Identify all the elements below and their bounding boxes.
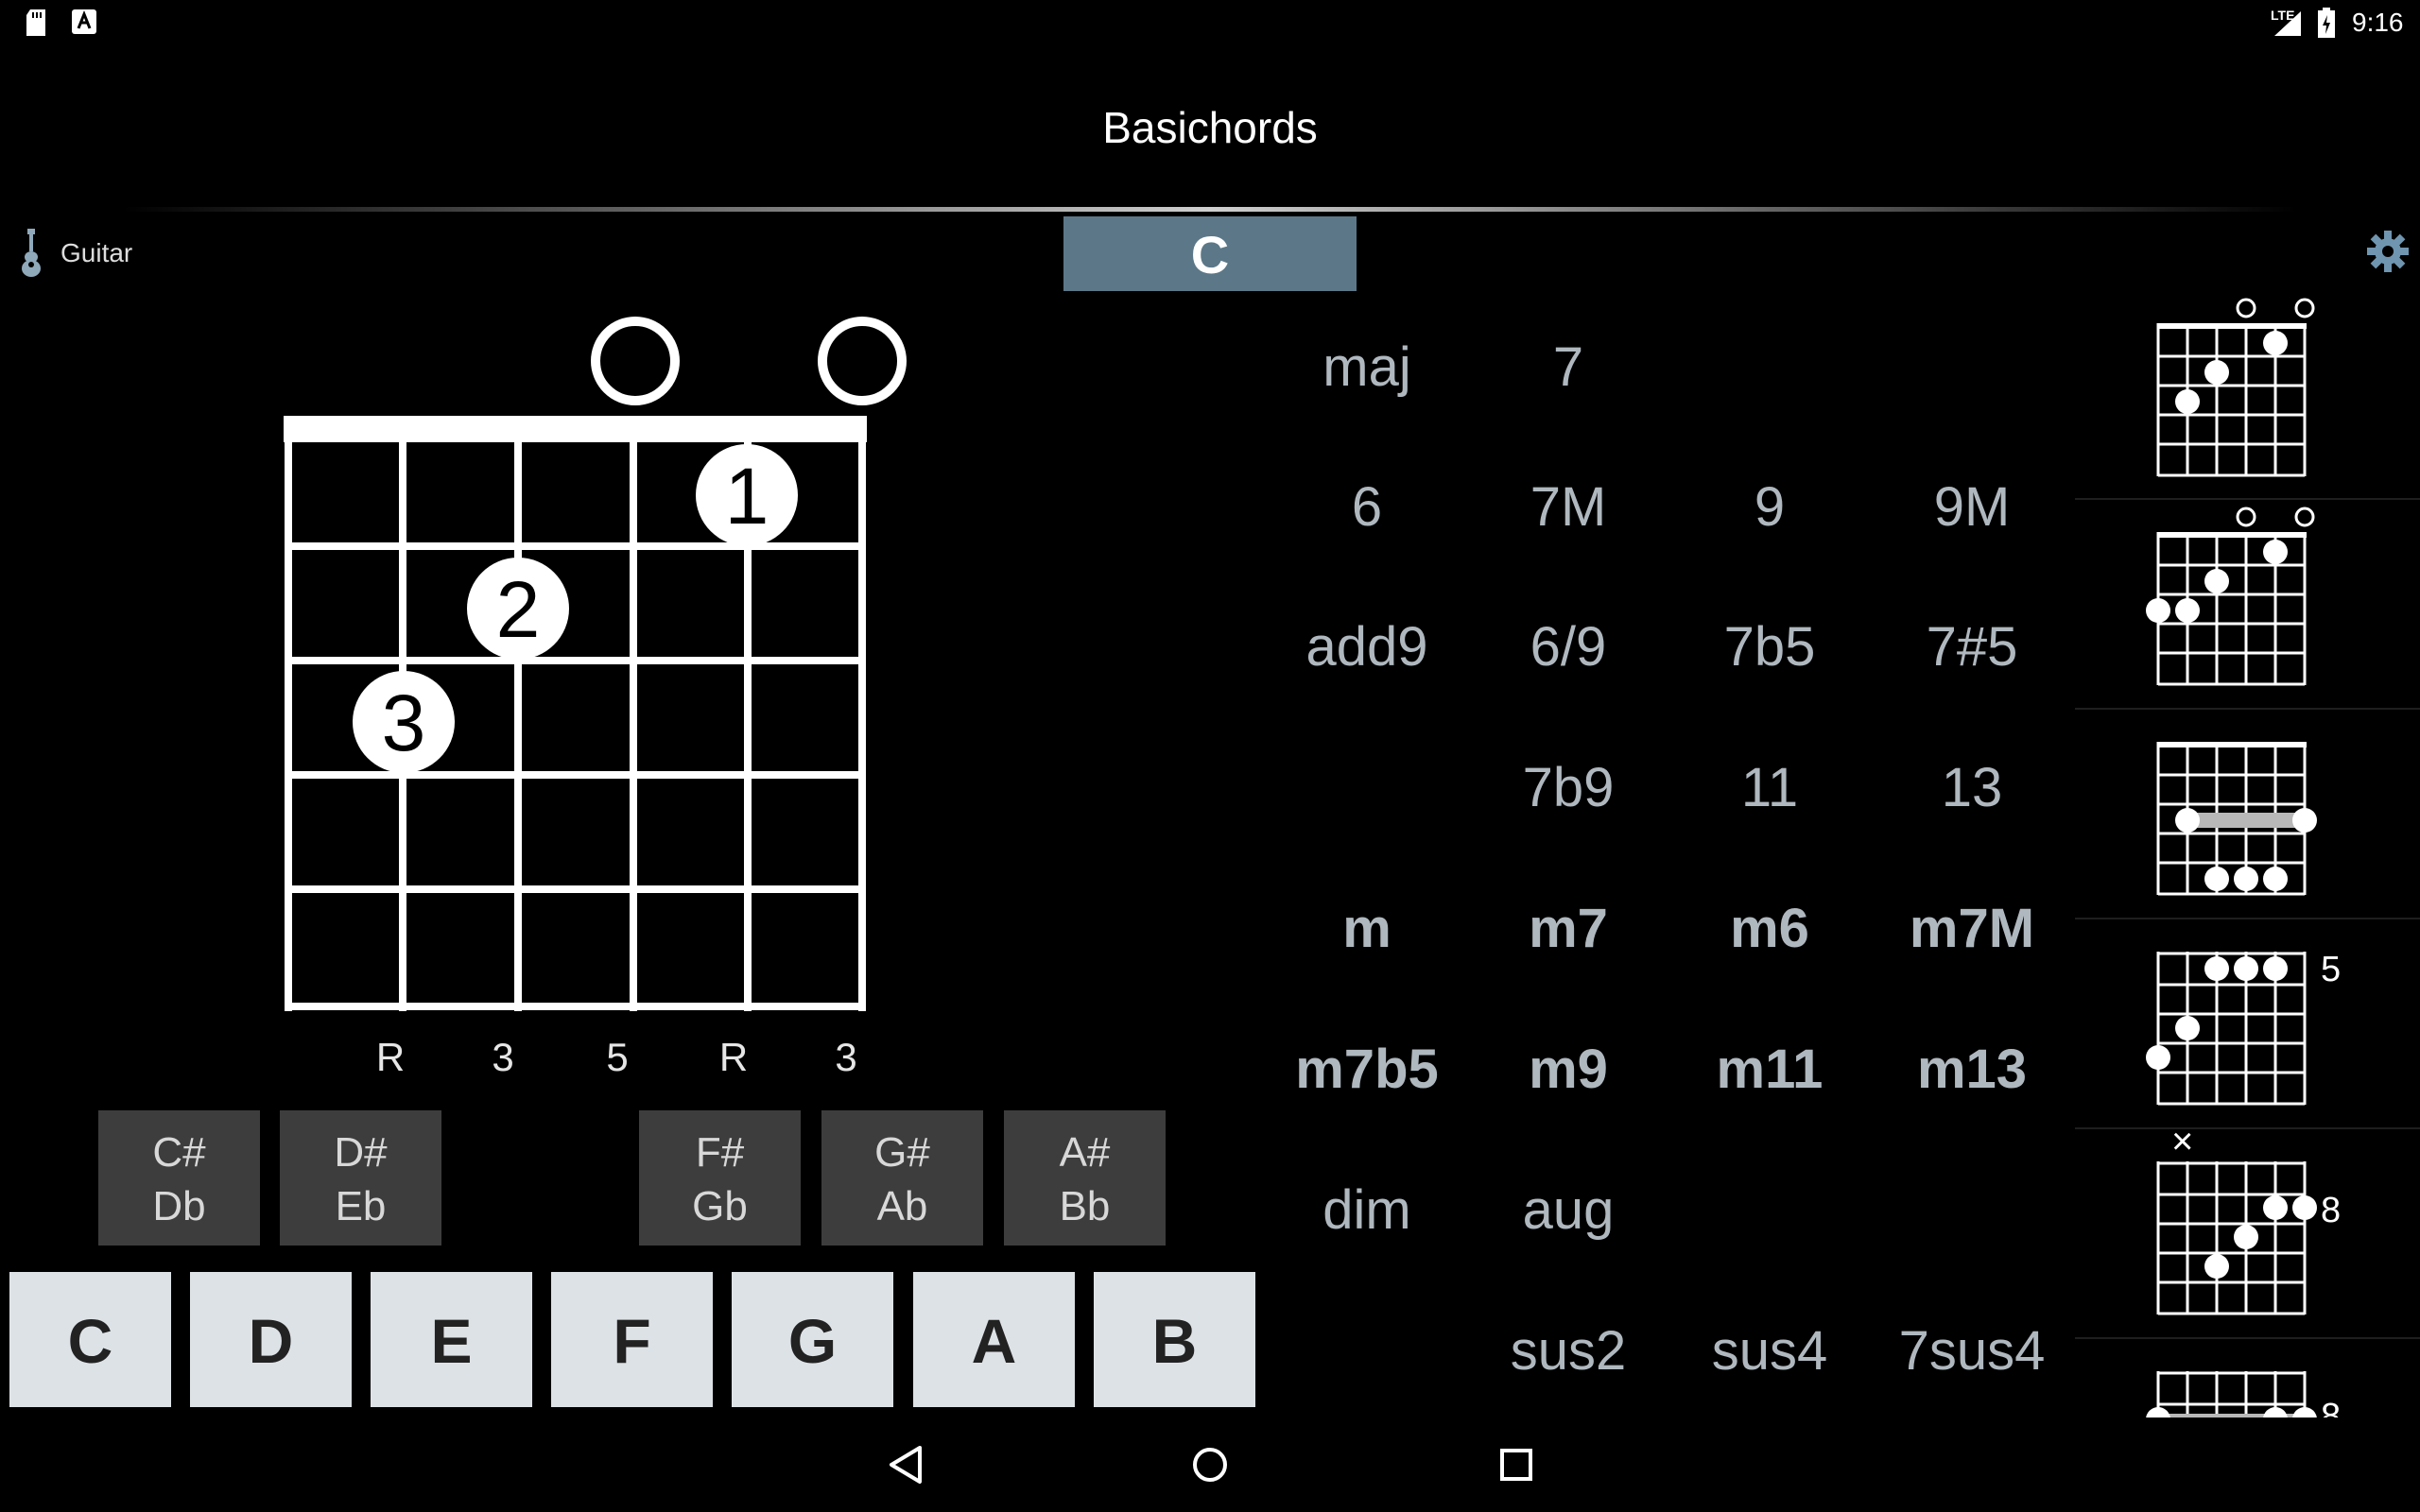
chord-type-button[interactable]: 7sus4 [1877, 1319, 2066, 1383]
key-flat-label: Bb [1059, 1183, 1111, 1229]
chord-type-button[interactable]: m7b5 [1272, 1038, 1461, 1101]
chord-type-button[interactable]: 7b5 [1675, 615, 1864, 679]
back-icon[interactable] [887, 1444, 925, 1486]
chord-diagram: 1 2 3 R 3 5 R 3 [284, 312, 907, 1087]
finger-marker-3: 3 [353, 671, 455, 773]
chord-type-button[interactable]: m13 [1877, 1038, 2066, 1101]
key-sharp-label: G# [874, 1129, 930, 1176]
chord-type-button[interactable]: 7 [1474, 335, 1663, 399]
chord-type-button[interactable]: sus2 [1474, 1319, 1663, 1383]
chord-type-button[interactable]: 11 [1675, 756, 1864, 819]
app-title: Basichords [1102, 103, 1318, 152]
chord-type-button[interactable]: m7 [1474, 897, 1663, 960]
selected-root-note: C [1063, 216, 1357, 291]
chord-type-button[interactable]: 9M [1877, 475, 2066, 539]
key-flat-label: Ab [876, 1183, 928, 1229]
chord-type-button[interactable]: m9 [1474, 1038, 1663, 1101]
chord-type-button[interactable]: 13 [1877, 756, 2066, 819]
chord-type-button[interactable]: add9 [1272, 615, 1461, 679]
key-d[interactable]: D [190, 1272, 352, 1407]
interval-label: 5 [606, 1035, 629, 1079]
chord-type-button[interactable]: 6/9 [1474, 615, 1663, 679]
interval-label: 3 [835, 1035, 857, 1079]
key-a-sharp[interactable]: A# Bb [1004, 1110, 1166, 1246]
key-f-sharp[interactable]: F# Gb [639, 1110, 801, 1246]
thumbnail-fret-label: 5 [2321, 950, 2342, 989]
finger-marker-1: 1 [696, 444, 798, 546]
open-string-marker [591, 317, 680, 405]
voicing-thumbnail[interactable] [2075, 284, 2420, 493]
muted-string-mark: × [2171, 1121, 2194, 1162]
voicing-list[interactable]: 5 × 8 8 [2075, 284, 2420, 1418]
recents-icon[interactable] [1499, 1448, 1533, 1482]
key-sharp-label: D# [334, 1129, 388, 1176]
title-divider [123, 207, 2297, 212]
chord-type-button[interactable]: 6 [1272, 475, 1461, 539]
battery-icon [2318, 8, 2335, 38]
sd-card-icon [26, 9, 45, 36]
voicing-thumbnail[interactable] [2075, 492, 2420, 702]
key-sharp-label: F# [695, 1129, 745, 1176]
key-flat-label: Gb [692, 1183, 748, 1229]
open-string-marker [818, 317, 907, 405]
chord-type-button[interactable]: m11 [1675, 1038, 1864, 1101]
instrument-selector[interactable]: Guitar [13, 229, 146, 278]
signal-icon [2274, 11, 2301, 36]
interval-label: R [718, 1035, 749, 1079]
chord-type-button[interactable]: m6 [1675, 897, 1864, 960]
voicing-thumbnail[interactable] [2075, 1122, 2420, 1332]
key-sharp-label: C# [152, 1129, 206, 1176]
thumbnail-fret-label: 8 [2321, 1191, 2342, 1230]
voicing-thumbnail[interactable] [2075, 1332, 2420, 1418]
chord-type-button[interactable]: dim [1272, 1178, 1461, 1242]
chord-type-button[interactable]: 7#5 [1877, 615, 2066, 679]
instrument-label: Guitar [60, 238, 133, 267]
key-d-sharp[interactable]: D# Eb [280, 1110, 441, 1246]
key-e[interactable]: E [371, 1272, 532, 1407]
key-c-sharp[interactable]: C# Db [98, 1110, 260, 1246]
gear-icon[interactable] [2367, 231, 2409, 272]
key-a[interactable]: A [913, 1272, 1075, 1407]
guitar-icon [22, 229, 41, 277]
chord-type-button[interactable]: m7M [1877, 897, 2066, 960]
chord-type-button[interactable]: aug [1474, 1178, 1663, 1242]
chord-type-button[interactable]: 7b9 [1474, 756, 1663, 819]
chord-type-button[interactable]: sus4 [1675, 1319, 1864, 1383]
voicing-thumbnail[interactable] [2075, 702, 2420, 912]
status-bar: LTE 9:16 [0, 0, 2420, 47]
home-icon[interactable] [1191, 1446, 1229, 1484]
key-g[interactable]: G [732, 1272, 893, 1407]
chord-type-button[interactable]: 7M [1474, 475, 1663, 539]
key-flat-label: Db [152, 1183, 206, 1229]
thumbnail-fret-label: 8 [2321, 1397, 2342, 1418]
voicing-thumbnail[interactable] [2075, 912, 2420, 1122]
chord-type-button[interactable]: maj [1272, 335, 1461, 399]
chord-type-button[interactable]: m [1272, 897, 1461, 960]
a-notification-icon [72, 9, 96, 34]
key-sharp-label: A# [1059, 1129, 1111, 1176]
finger-marker-2: 2 [467, 558, 569, 660]
key-g-sharp[interactable]: G# Ab [821, 1110, 983, 1246]
interval-label: 3 [492, 1035, 514, 1079]
interval-label: R [375, 1035, 406, 1079]
chord-type-button[interactable]: 9 [1675, 475, 1864, 539]
key-flat-label: Eb [335, 1183, 387, 1229]
navigation-bar [0, 1418, 2420, 1512]
key-b[interactable]: B [1094, 1272, 1255, 1407]
key-f[interactable]: F [551, 1272, 713, 1407]
clock: 9:16 [2352, 8, 2404, 37]
key-c[interactable]: C [9, 1272, 171, 1407]
